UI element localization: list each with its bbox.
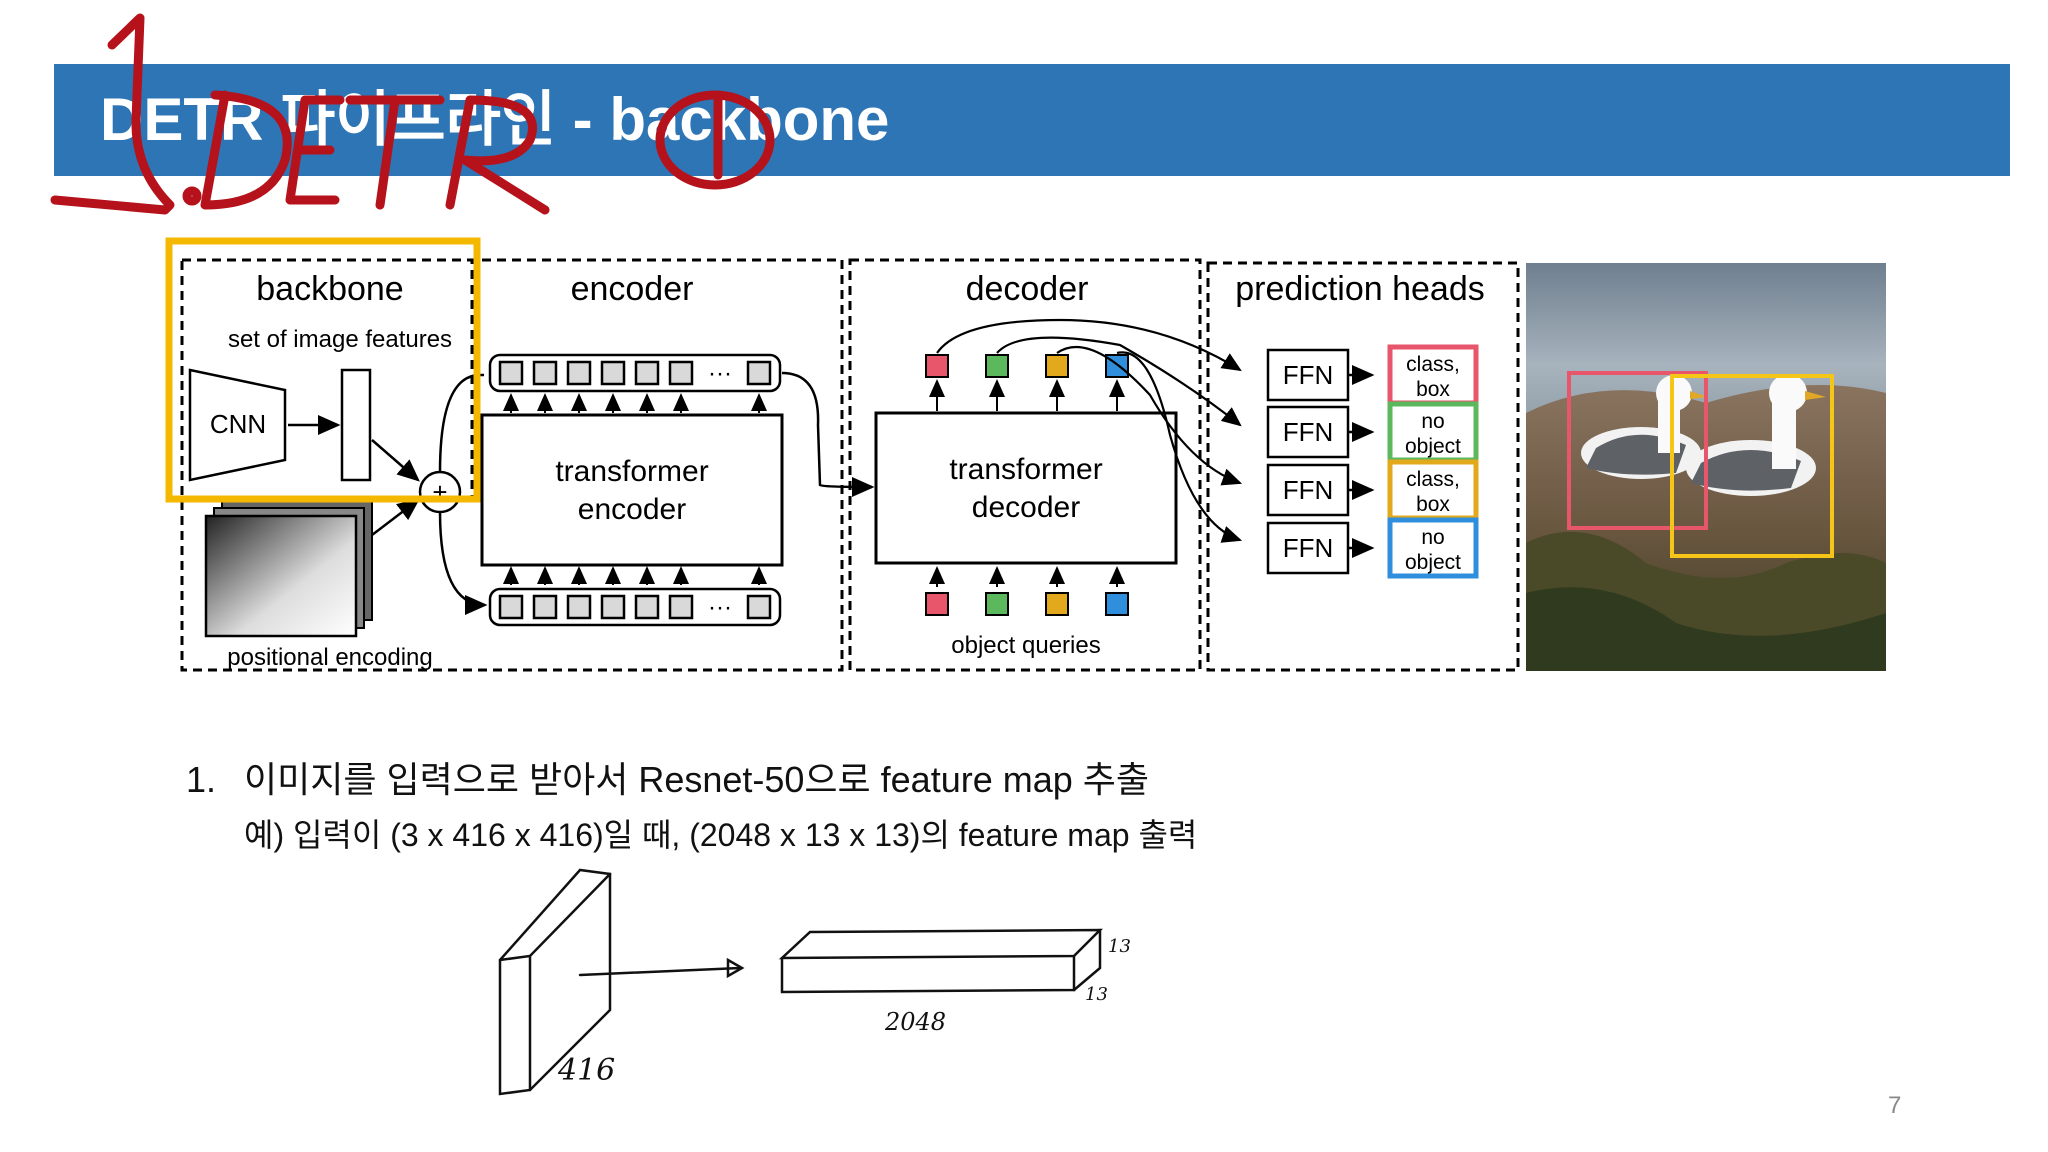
prediction-heads-title: prediction heads xyxy=(1235,270,1485,308)
bullet-item-1: 1. 이미지를 입력으로 받아서 Resnet-50으로 feature map … xyxy=(186,752,1197,808)
example-text: 예) 입력이 (3 x 416 x 416)일 때, (2048 x 13 x … xyxy=(244,817,1198,853)
object-queries xyxy=(925,566,1129,616)
cnn-label: CNN xyxy=(210,409,266,439)
encoder-title: encoder xyxy=(571,270,694,308)
ffn-label-2: FFN xyxy=(1283,417,1334,447)
svg-text:no: no xyxy=(1421,526,1444,549)
output-width-label: 2048 xyxy=(884,1008,946,1036)
svg-text:transformer: transformer xyxy=(949,453,1102,486)
detection-example-photo xyxy=(1526,263,1886,671)
output-height-label: 13 xyxy=(1108,936,1131,957)
svg-text:···: ··· xyxy=(708,360,732,387)
bullet-number: 1. xyxy=(186,759,217,800)
backbone-title: backbone xyxy=(256,270,403,308)
svg-text:object: object xyxy=(1405,551,1461,574)
input-size-label: 416 xyxy=(557,1053,615,1088)
svg-text:box: box xyxy=(1416,378,1450,401)
transformer-encoder-box xyxy=(480,413,784,567)
svg-text:···: ··· xyxy=(708,594,732,621)
svg-text:encoder: encoder xyxy=(578,493,686,526)
object-queries-label: object queries xyxy=(951,632,1100,659)
slide-title: DETR 파이프라인 - backbone xyxy=(100,86,890,153)
svg-text:box: box xyxy=(1416,493,1450,516)
svg-text:class,: class, xyxy=(1406,353,1460,376)
positional-encoding-label: positional encoding xyxy=(227,644,433,671)
svg-text:decoder: decoder xyxy=(972,491,1080,524)
backbone-caption: set of image features xyxy=(228,326,452,353)
svg-text:transformer: transformer xyxy=(555,455,708,488)
ffn-label-4: FFN xyxy=(1283,533,1334,563)
encoder-output-tokens: ··· xyxy=(488,353,782,393)
feature-vector xyxy=(340,368,372,482)
slide-content: 1. 이미지를 입력으로 받아서 Resnet-50으로 feature map … xyxy=(186,752,1197,862)
feature-map-sketch: 416 2048 13 13 xyxy=(498,868,1131,1096)
decoder-output-embeddings xyxy=(925,354,1129,411)
transformer-decoder-box xyxy=(874,411,1178,565)
bullet-text: 이미지를 입력으로 받아서 Resnet-50으로 feature map 추출 xyxy=(244,759,1150,800)
svg-text:object: object xyxy=(1405,435,1461,458)
decoder-title: decoder xyxy=(966,270,1089,308)
ffn-label-1: FFN xyxy=(1283,360,1334,390)
encoder-input-tokens: ··· xyxy=(488,587,782,627)
svg-text:no: no xyxy=(1421,410,1444,433)
output-depth-label: 13 xyxy=(1085,984,1108,1005)
svg-text:class,: class, xyxy=(1406,468,1460,491)
positional-encoding-map xyxy=(204,514,358,638)
page-number: 7 xyxy=(1888,1092,1902,1119)
ffn-label-3: FFN xyxy=(1283,475,1334,505)
